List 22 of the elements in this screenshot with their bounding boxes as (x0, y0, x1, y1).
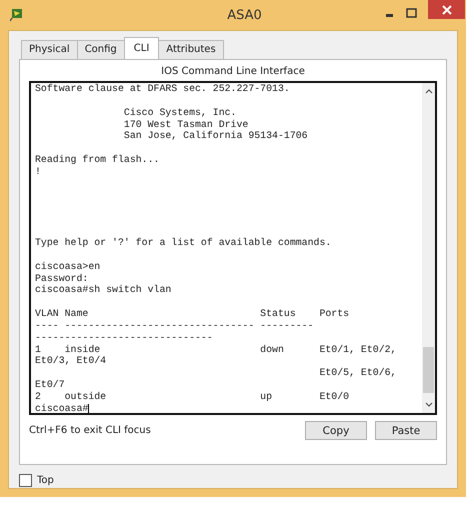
tab[interactable]: Attributes (158, 40, 224, 59)
scrollbar[interactable] (422, 83, 435, 413)
terminal[interactable] (29, 81, 437, 415)
panel-title: IOS Command Line Interface (160, 66, 306, 77)
checkbox[interactable] (19, 474, 32, 487)
hint-text: Ctrl+F6 to exit CLI focus (29, 425, 151, 436)
command-prompt: ciscoasa# (35, 402, 88, 413)
copy-button[interactable]: Copy (305, 421, 367, 440)
window-title: ASA0 (226, 8, 262, 22)
scroll-down-icon[interactable] (424, 402, 432, 408)
scrollbar-thumb[interactable] (423, 347, 434, 393)
scroll-up-icon[interactable] (424, 88, 432, 94)
tab[interactable]: CLI (124, 37, 160, 59)
paste-button[interactable]: Paste (375, 421, 437, 440)
app-icon (10, 8, 24, 22)
close-button[interactable] (428, 0, 465, 19)
checkbox-label: Top (37, 475, 54, 486)
text-cursor (88, 404, 90, 413)
tab[interactable]: Physical (21, 40, 78, 59)
maximize-icon[interactable] (406, 8, 417, 18)
tab[interactable]: Config (76, 40, 125, 59)
close-icon (442, 4, 452, 14)
